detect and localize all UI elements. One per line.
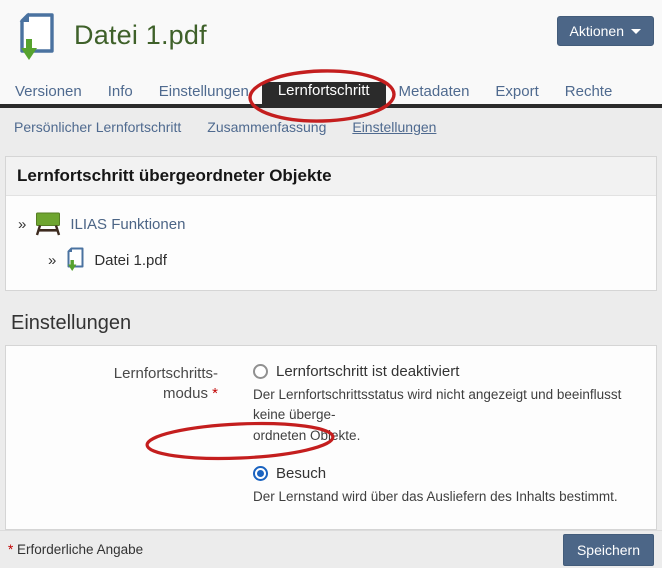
settings-form-card: Lernfortschritts- modus * Lernfortschrit… bbox=[5, 345, 657, 530]
tab-export[interactable]: Export bbox=[482, 80, 551, 104]
required-asterisk: * bbox=[8, 542, 13, 557]
settings-section-heading: Einstellungen bbox=[11, 312, 657, 335]
option-deactivated-help: Der Lernfortschrittsstatus wird nicht an… bbox=[253, 385, 653, 446]
parent-objects-title: Lernfortschritt übergeordneter Objekte bbox=[6, 157, 656, 196]
option-besuch-help: Der Lernstand wird über das Ausliefern d… bbox=[253, 487, 653, 507]
list-item: » Datei 1.pdf bbox=[48, 242, 644, 278]
form-footer: * Erforderliche Angabe Speichern bbox=[0, 530, 662, 568]
main-tabbar: Versionen Info Einstellungen Lernfortsch… bbox=[0, 82, 662, 108]
subtab-zusammenfassung[interactable]: Zusammenfassung bbox=[207, 119, 326, 135]
radio-deactivated[interactable] bbox=[253, 364, 268, 379]
help-line-2: ordneten Objekte. bbox=[253, 426, 653, 446]
subtab-einstellungen[interactable]: Einstellungen bbox=[352, 119, 436, 135]
parent-object-link[interactable]: ILIAS Funktionen bbox=[70, 216, 185, 233]
file-download-icon bbox=[65, 247, 85, 273]
sub-tabbar: Persönlicher Lernfortschritt Zusammenfas… bbox=[0, 108, 662, 147]
tab-rechte[interactable]: Rechte bbox=[552, 80, 626, 104]
tab-metadaten[interactable]: Metadaten bbox=[386, 80, 483, 104]
learning-progress-mode-label: Lernfortschritts- modus * bbox=[6, 363, 218, 507]
required-note: * Erforderliche Angabe bbox=[8, 542, 143, 557]
list-bullet: » bbox=[18, 216, 26, 233]
option-besuch-label: Besuch bbox=[276, 465, 326, 482]
page-title: Datei 1.pdf bbox=[74, 20, 207, 51]
radio-besuch[interactable] bbox=[253, 466, 268, 481]
list-bullet: » bbox=[48, 252, 56, 269]
list-item: » ILIAS Funktionen bbox=[18, 206, 644, 242]
option-deactivated-label: Lernfortschritt ist deaktiviert bbox=[276, 363, 459, 380]
learning-progress-mode-row: Lernfortschritts- modus * Lernfortschrit… bbox=[6, 363, 656, 507]
option-besuch[interactable]: Besuch bbox=[253, 465, 653, 482]
learning-progress-mode-options: Lernfortschritt ist deaktiviert Der Lern… bbox=[253, 363, 653, 507]
required-note-text: Erforderliche Angabe bbox=[17, 542, 143, 557]
actions-button[interactable]: Aktionen bbox=[557, 16, 654, 46]
content-area: Lernfortschritt übergeordneter Objekte »… bbox=[0, 147, 662, 530]
category-board-icon bbox=[35, 212, 61, 236]
option-deactivated[interactable]: Lernfortschritt ist deaktiviert bbox=[253, 363, 653, 380]
save-button[interactable]: Speichern bbox=[563, 534, 654, 566]
actions-button-label: Aktionen bbox=[570, 23, 624, 39]
parent-objects-list: » ILIAS Funktionen » Datei 1.pdf bbox=[6, 196, 656, 290]
page-header: Datei 1.pdf Aktionen bbox=[0, 0, 662, 82]
tab-info[interactable]: Info bbox=[95, 80, 146, 104]
parent-objects-card: Lernfortschritt übergeordneter Objekte »… bbox=[5, 156, 657, 291]
help-line-1: Der Lernfortschrittsstatus wird nicht an… bbox=[253, 385, 653, 426]
file-download-icon bbox=[14, 12, 58, 64]
required-asterisk: * bbox=[212, 385, 218, 402]
tab-einstellungen[interactable]: Einstellungen bbox=[146, 80, 262, 104]
current-object-label: Datei 1.pdf bbox=[94, 252, 167, 269]
subtab-persoenlicher-lernfortschritt[interactable]: Persönlicher Lernfortschritt bbox=[14, 119, 181, 135]
label-line-1: Lernfortschritts- bbox=[114, 365, 218, 382]
tab-versionen[interactable]: Versionen bbox=[2, 80, 95, 104]
chevron-down-icon bbox=[631, 29, 641, 34]
label-line-2: modus bbox=[163, 385, 208, 402]
help-line-1: Der Lernstand wird über das Ausliefern d… bbox=[253, 487, 653, 507]
